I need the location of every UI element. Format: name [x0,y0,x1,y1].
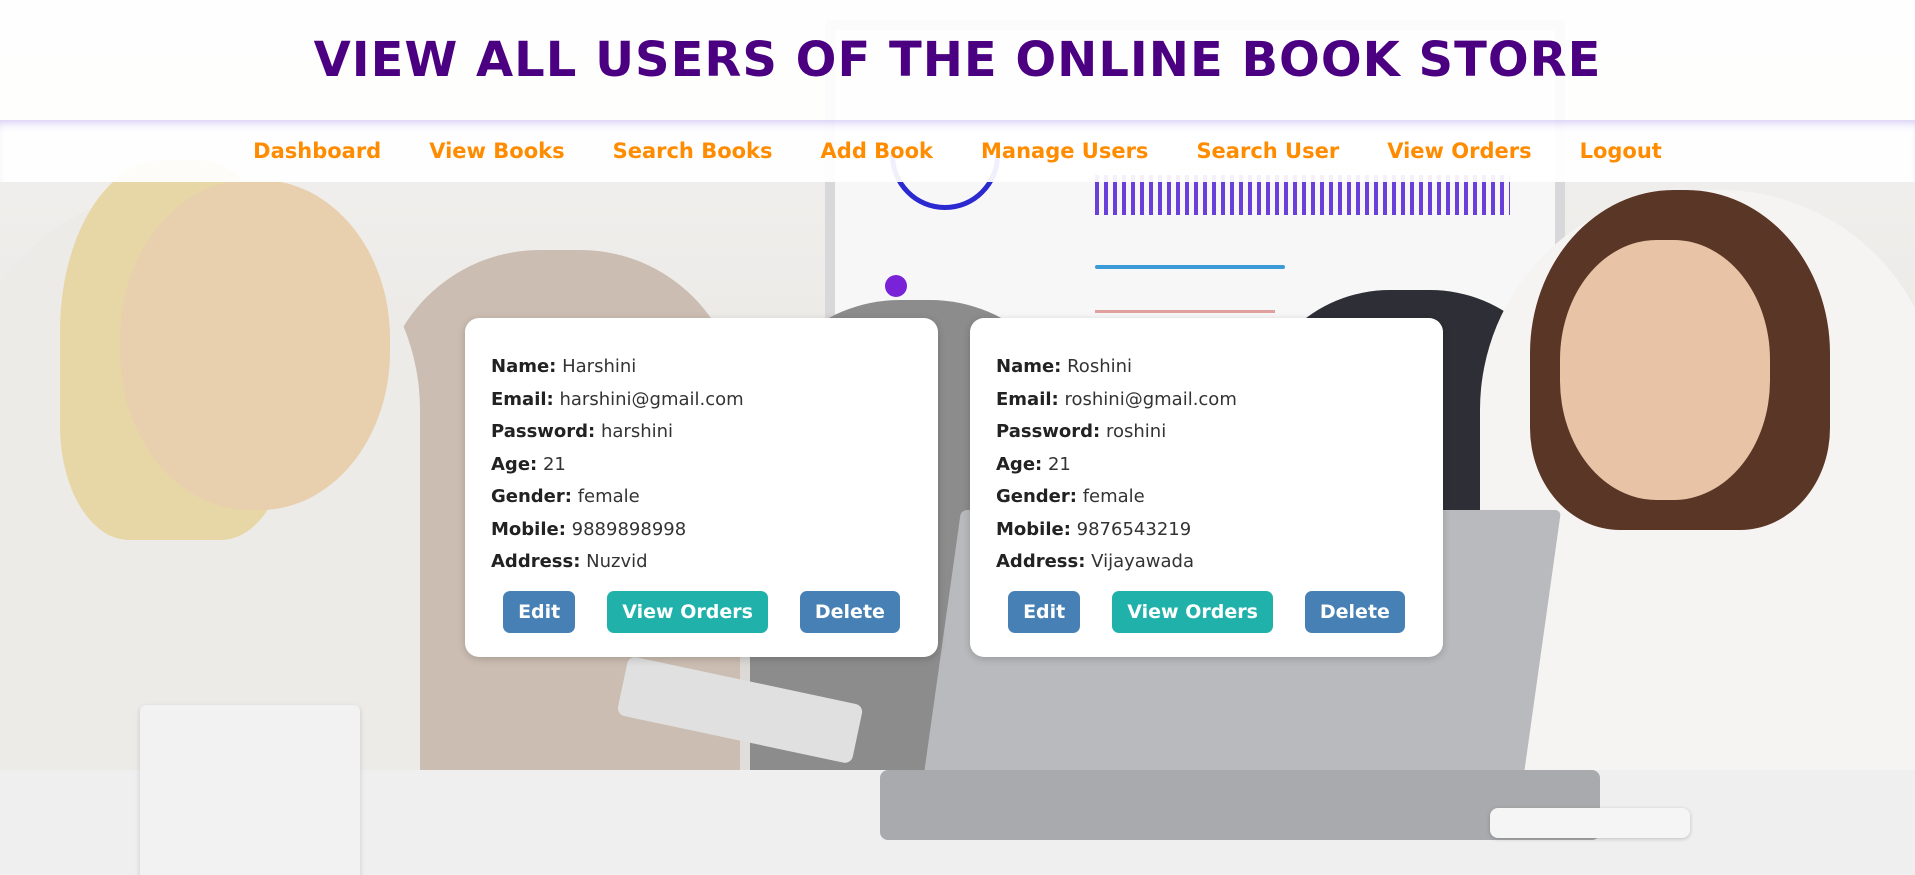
phone [1490,808,1690,838]
user-email-row: Email: roshini@gmail.com [996,384,1417,417]
user-name-row: Name: Harshini [491,351,912,384]
user-password: harshini [600,421,674,442]
field-label: Password: [491,421,596,442]
edit-button[interactable]: Edit [1008,590,1081,633]
user-gender: female [1082,486,1145,507]
user-name: Harshini [562,356,637,377]
field-label: Age: [491,453,538,475]
user-email: harshini@gmail.com [559,388,744,410]
view-orders-button[interactable]: View Orders [1112,590,1273,633]
field-label: Email: [491,388,554,410]
user-card: Name: Roshini Email: roshini@gmail.com P… [970,318,1443,657]
user-password-row: Password: roshini [996,416,1417,449]
page-header: VIEW ALL USERS OF THE ONLINE BOOK STORE [0,0,1915,120]
nav-add-book[interactable]: Add Book [821,139,933,163]
user-mobile: 9876543219 [1076,518,1192,540]
user-name: Roshini [1067,356,1133,377]
user-password-row: Password: harshini [491,416,912,449]
field-label: Mobile: [996,518,1071,540]
user-gender-row: Gender: female [996,481,1417,514]
chart-line [1095,310,1275,313]
field-label: Age: [996,453,1043,475]
mug [140,705,360,875]
nav-view-orders[interactable]: View Orders [1387,139,1531,163]
user-mobile-row: Mobile: 9876543219 [996,514,1417,547]
delete-button[interactable]: Delete [1304,590,1405,633]
nav-search-books[interactable]: Search Books [613,139,773,163]
field-label: Email: [996,388,1059,410]
user-gender-row: Gender: female [491,481,912,514]
field-label: Address: [996,551,1086,572]
delete-button[interactable]: Delete [799,590,900,633]
view-orders-button[interactable]: View Orders [607,590,768,633]
nav-search-user[interactable]: Search User [1196,139,1339,163]
user-gender: female [577,486,640,507]
nav-logout[interactable]: Logout [1580,139,1662,163]
user-age: 21 [542,453,566,475]
user-actions: Edit View Orders Delete [491,590,912,633]
edit-button[interactable]: Edit [503,590,576,633]
user-age: 21 [1047,453,1071,475]
nav-manage-users[interactable]: Manage Users [981,139,1148,163]
user-address: Nuzvid [586,551,648,572]
field-label: Address: [491,551,581,572]
chart-line [1095,265,1285,269]
person-face [1560,240,1770,500]
field-label: Gender: [491,486,572,507]
user-email: roshini@gmail.com [1064,388,1237,410]
user-mobile: 9889898998 [571,518,687,540]
field-label: Name: [491,356,557,377]
user-password: roshini [1105,421,1167,442]
field-label: Mobile: [491,518,566,540]
user-address: Vijayawada [1091,551,1194,572]
user-age-row: Age: 21 [996,449,1417,482]
field-label: Name: [996,356,1062,377]
user-email-row: Email: harshini@gmail.com [491,384,912,417]
nav-view-books[interactable]: View Books [429,139,564,163]
user-card-list: Name: Harshini Email: harshini@gmail.com… [465,318,1443,657]
chart-dot [885,275,907,297]
user-address-row: Address: Nuzvid [491,546,912,579]
user-card: Name: Harshini Email: harshini@gmail.com… [465,318,938,657]
main-nav: Dashboard View Books Search Books Add Bo… [0,120,1915,182]
user-name-row: Name: Roshini [996,351,1417,384]
user-actions: Edit View Orders Delete [996,590,1417,633]
nav-dashboard[interactable]: Dashboard [253,139,381,163]
user-address-row: Address: Vijayawada [996,546,1417,579]
user-age-row: Age: 21 [491,449,912,482]
person-face [120,180,390,510]
page-title: VIEW ALL USERS OF THE ONLINE BOOK STORE [313,32,1602,88]
field-label: Password: [996,421,1101,442]
field-label: Gender: [996,486,1077,507]
user-mobile-row: Mobile: 9889898998 [491,514,912,547]
